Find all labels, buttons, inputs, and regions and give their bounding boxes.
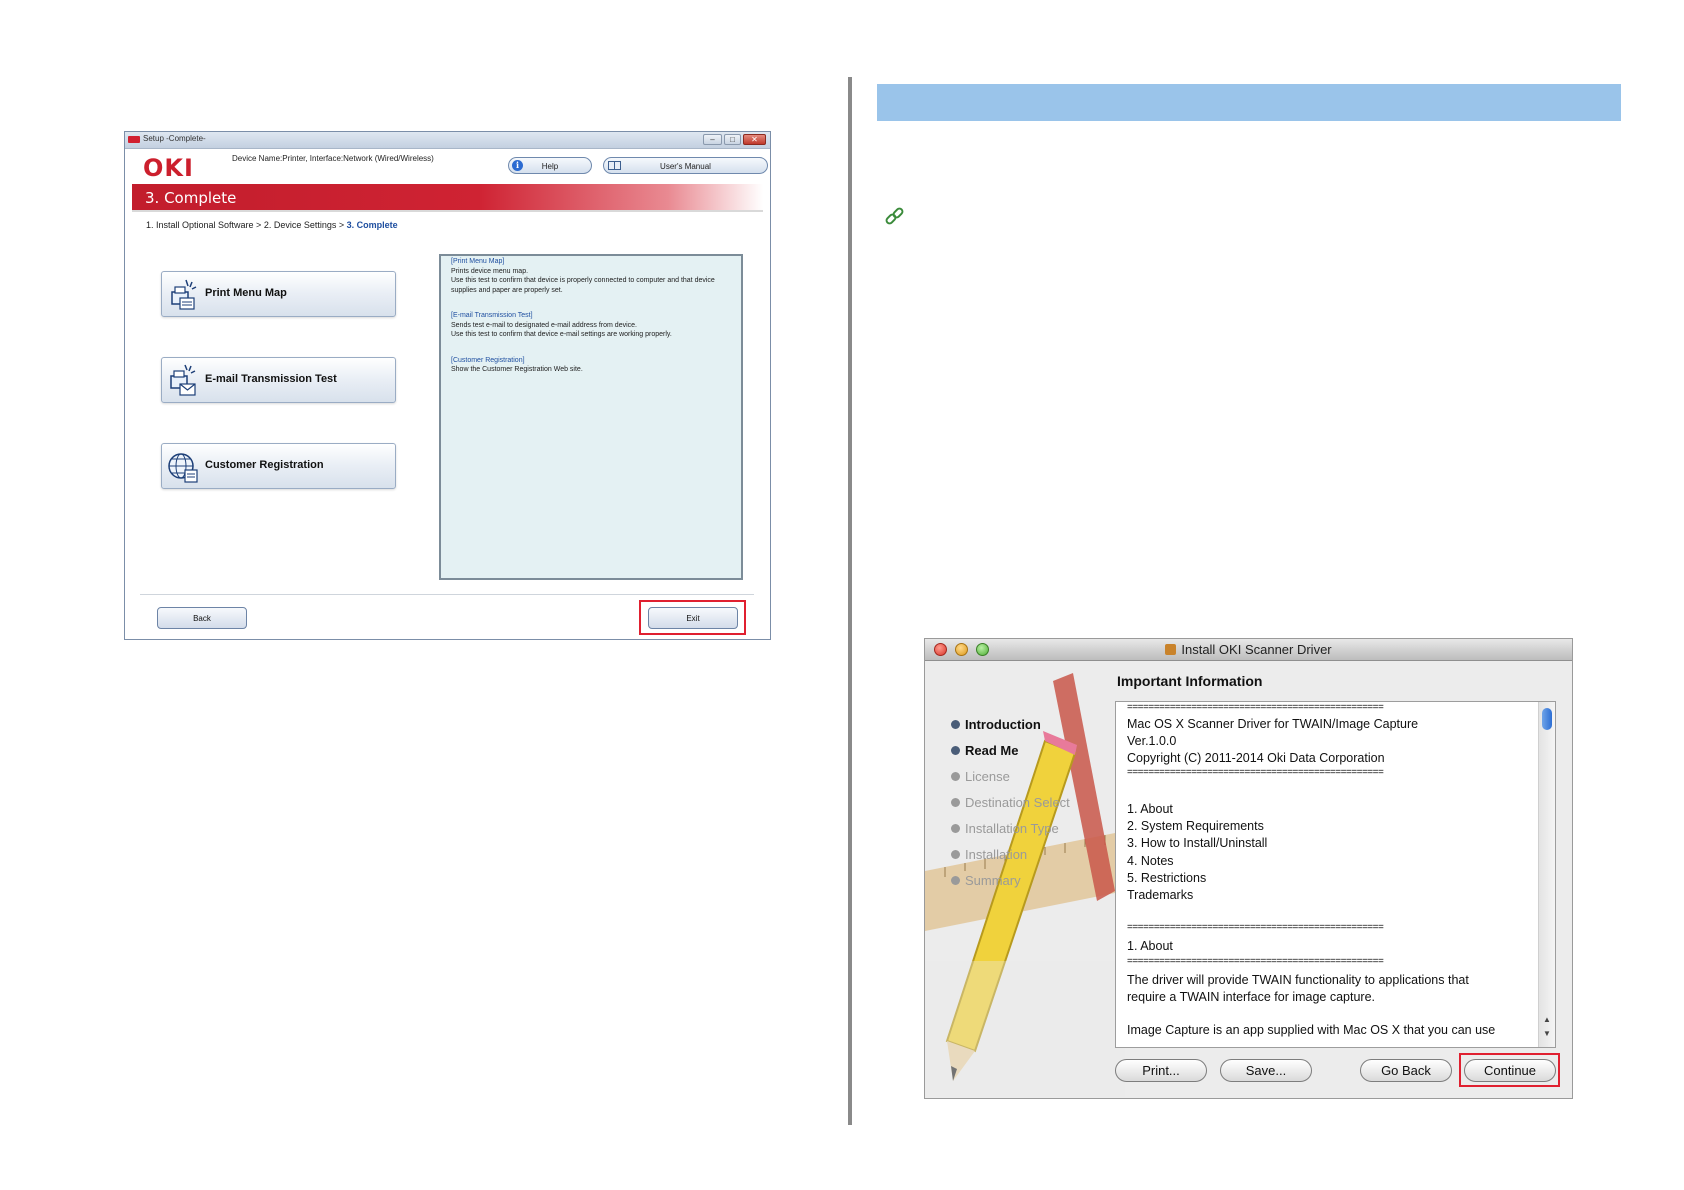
banner-divider	[132, 210, 763, 212]
section-header-bar	[877, 84, 1621, 121]
text-line: 2. System Requirements	[1127, 819, 1264, 833]
email-transmission-test-button[interactable]: E-mail Transmission Test	[161, 357, 396, 403]
text-line: require a TWAIN interface for image capt…	[1127, 990, 1376, 1004]
scroll-down-icon[interactable]: ▼	[1541, 1029, 1553, 1038]
text-line: ========================================…	[1127, 956, 1384, 967]
description-customer-registration: [Customer Registration] Show the Custome…	[451, 356, 583, 374]
scroll-up-icon[interactable]: ▲	[1541, 1015, 1553, 1024]
app-icon	[128, 136, 140, 143]
step-read-me: Read Me	[951, 743, 1018, 758]
mac-installer-window: Install OKI Scanner Driver Important Inf…	[924, 638, 1573, 1099]
column-divider	[848, 77, 852, 1125]
print-menu-map-button[interactable]: Print Menu Map	[161, 271, 396, 317]
text-line: 4. Notes	[1127, 854, 1174, 868]
text-line: Trademarks	[1127, 888, 1194, 902]
step-bullet-icon	[951, 876, 960, 885]
maximize-icon: □	[730, 135, 735, 144]
users-manual-button[interactable]: User's Manual	[603, 157, 768, 174]
text-line: Copyright (C) 2011-2014 Oki Data Corpora…	[1127, 751, 1385, 765]
back-button[interactable]: Back	[157, 607, 247, 629]
step-bullet-icon	[951, 772, 960, 781]
device-name: Device Name:Printer, Interface:Network (…	[232, 154, 434, 163]
mac-window-title: Install OKI Scanner Driver	[925, 642, 1572, 657]
text-line: 3. How to Install/Uninstall	[1127, 836, 1268, 850]
text-line: ========================================…	[1127, 702, 1384, 713]
text-line: ========================================…	[1127, 922, 1384, 933]
description-email-test: [E-mail Transmission Test] Sends test e-…	[451, 312, 672, 338]
text-line: ========================================…	[1127, 767, 1384, 778]
package-icon	[1165, 644, 1177, 655]
printer-icon	[171, 279, 197, 310]
step-bullet-icon	[951, 850, 960, 859]
step-installation: Installation	[951, 847, 1027, 862]
save-button[interactable]: Save...	[1220, 1059, 1312, 1082]
step-installation-type: Installation Type	[951, 821, 1059, 836]
scrollbar-thumb[interactable]	[1542, 708, 1552, 730]
step-license: License	[951, 769, 1010, 784]
oki-logo: OKI	[143, 154, 194, 182]
step-banner: 3. Complete	[132, 184, 763, 210]
continue-button[interactable]: Continue	[1464, 1059, 1556, 1082]
step-bullet-icon	[951, 798, 960, 807]
breadcrumb: 1. Install Optional Software > 2. Device…	[146, 220, 398, 230]
mac-titlebar: Install OKI Scanner Driver	[925, 639, 1572, 661]
step-destination-select: Destination Select	[951, 795, 1070, 810]
go-back-button[interactable]: Go Back	[1360, 1059, 1452, 1082]
breadcrumb-prefix: 1. Install Optional Software > 2. Device…	[146, 220, 347, 230]
step-introduction: Introduction	[951, 717, 1041, 732]
banner-title: 3. Complete	[145, 189, 237, 207]
footer-divider	[140, 594, 754, 595]
close-icon: ✕	[751, 135, 758, 144]
step-bullet-icon	[951, 720, 960, 729]
close-button[interactable]: ✕	[743, 134, 766, 145]
globe-registration-icon	[168, 453, 198, 483]
description-print-menu-map: [Print Menu Map] Prints device menu map.…	[451, 258, 715, 294]
step-bullet-icon	[951, 824, 960, 833]
maximize-button[interactable]: □	[724, 134, 741, 145]
link-icon[interactable]	[884, 206, 906, 228]
exit-button[interactable]: Exit	[648, 607, 738, 629]
help-button[interactable]: i Help	[508, 157, 592, 174]
text-line: Ver.1.0.0	[1127, 734, 1177, 748]
readme-text-area[interactable]: ========================================…	[1115, 701, 1556, 1048]
text-line: The driver will provide TWAIN functional…	[1127, 973, 1469, 987]
minimize-icon: –	[710, 135, 715, 144]
text-line: 1. About	[1127, 802, 1173, 816]
minimize-button[interactable]: –	[703, 134, 722, 145]
text-line: Image Capture is an app supplied with Ma…	[1127, 1023, 1496, 1037]
setup-complete-window: Setup -Complete- – □ ✕ OKI Device Name:P…	[124, 131, 771, 640]
text-line: 5. Restrictions	[1127, 871, 1207, 885]
step-bullet-icon	[951, 746, 960, 755]
window-titlebar: Setup -Complete- – □ ✕	[125, 132, 770, 149]
vertical-scrollbar[interactable]: ▲ ▼	[1538, 702, 1555, 1047]
breadcrumb-current: 3. Complete	[346, 220, 398, 230]
customer-registration-button[interactable]: Customer Registration	[161, 443, 396, 489]
print-button[interactable]: Print...	[1115, 1059, 1207, 1082]
important-information-heading: Important Information	[1117, 673, 1263, 689]
step-summary: Summary	[951, 873, 1021, 888]
text-line: Mac OS X Scanner Driver for TWAIN/Image …	[1127, 717, 1419, 731]
description-panel: [Print Menu Map] Prints device menu map.…	[439, 254, 743, 580]
text-line: 1. About	[1127, 939, 1173, 953]
window-title: Setup -Complete-	[143, 134, 206, 143]
printer-email-icon	[170, 364, 196, 396]
